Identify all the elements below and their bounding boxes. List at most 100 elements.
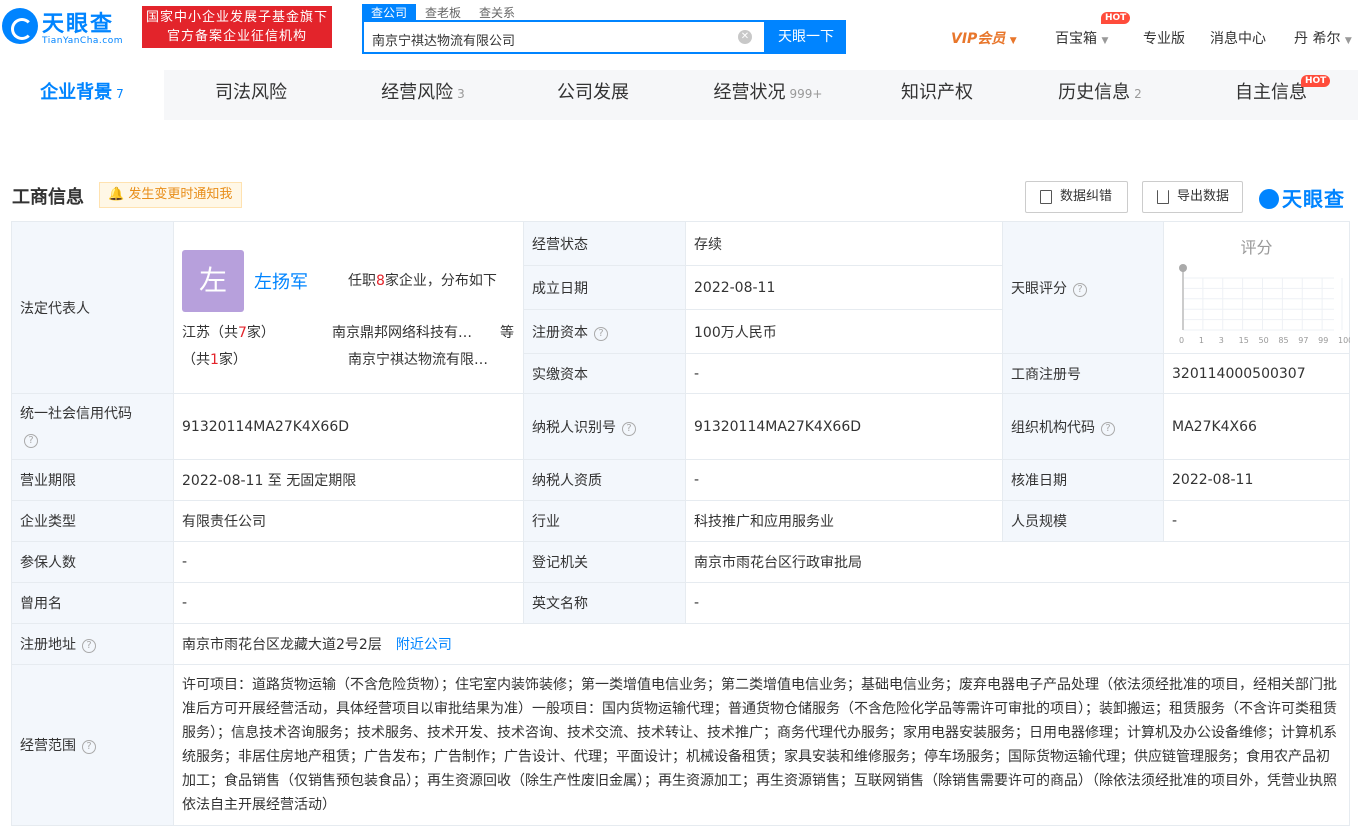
badge-line2: 官方备案企业征信机构: [166, 29, 307, 44]
prov-pre: 江苏（共: [182, 325, 238, 341]
pro-link[interactable]: 专业版: [1143, 28, 1185, 48]
tab-label: 企业背景: [40, 82, 113, 103]
brand-text: 天眼查: [1282, 187, 1345, 211]
score-title: 评分: [1240, 238, 1273, 257]
search-button[interactable]: 天眼一下: [766, 20, 846, 54]
term-label: 营业期限: [11, 459, 174, 501]
scope-label-text: 经营范围: [20, 738, 76, 754]
help-icon[interactable]: ?: [594, 326, 608, 341]
tab-count: 7: [116, 87, 124, 101]
notify-change-button[interactable]: 🔔 发生变更时通知我: [99, 182, 242, 208]
tab-count: 2: [1134, 87, 1142, 101]
taxid-value: 91320114MA27K4X66D: [685, 393, 1003, 460]
tab-count: 3: [457, 87, 465, 101]
vip-label: VIP会员: [951, 31, 1006, 47]
score-tick-label: 1: [1199, 336, 1204, 345]
authority-label: 登记机关: [523, 541, 686, 583]
chevron-down-icon: ▼: [1101, 36, 1109, 46]
org-label-text: 组织机构代码: [1011, 419, 1095, 436]
vip-link[interactable]: VIP会员 ▼: [951, 28, 1017, 48]
tab-background[interactable]: 企业背景 7: [0, 70, 164, 120]
help-icon[interactable]: ?: [1101, 421, 1115, 436]
tab-label: 历史信息: [1058, 82, 1131, 103]
etc-label: 等: [500, 325, 514, 341]
status-value: 存续: [685, 221, 1003, 266]
correct-label: 数据纠错: [1060, 189, 1113, 204]
brand-logo: 天眼查: [1259, 183, 1345, 212]
tab-count: 999+: [789, 87, 823, 101]
type-label: 企业类型: [11, 500, 174, 542]
logo-subtext: TianYanCha.com: [42, 36, 124, 46]
insured-label: 参保人数: [11, 541, 174, 583]
status-label: 经营状态: [523, 221, 686, 266]
tab-self-info[interactable]: 自主信息: [1184, 70, 1358, 120]
section-title: 工商信息: [12, 187, 84, 208]
data-correct-button[interactable]: 数据纠错: [1025, 181, 1128, 213]
capital-label-text: 注册资本: [532, 324, 588, 341]
tab-operation-status[interactable]: 经营状况 999+: [678, 70, 858, 120]
nearby-companies-link[interactable]: 附近公司: [396, 637, 452, 653]
english-value: -: [685, 582, 1350, 624]
export-data-button[interactable]: 导出数据: [1142, 181, 1243, 213]
industry-label: 行业: [523, 500, 686, 542]
top-header: 天眼查 TianYanCha.com 国家中小企业发展子基金旗下 官方备案企业征…: [0, 0, 1358, 70]
download-icon: [1157, 190, 1169, 204]
tab-ip[interactable]: 知识产权: [858, 70, 1016, 120]
capital-label: 注册资本?: [523, 309, 686, 354]
user-menu[interactable]: 丹 希尔 ▼: [1294, 28, 1352, 48]
chevron-down-icon: ▼: [1344, 36, 1352, 46]
insured-value: -: [173, 541, 524, 583]
user-name: 丹 希尔: [1294, 31, 1341, 47]
paid-value: -: [685, 353, 1003, 394]
legal-rep-name[interactable]: 左扬军: [254, 268, 308, 294]
search-input[interactable]: 南京宁祺达物流有限公司 ✕: [362, 20, 766, 54]
score-tick-label: 99: [1318, 336, 1328, 345]
score-label: 天眼评分?: [1002, 221, 1164, 354]
taxq-label: 纳税人资质: [523, 459, 686, 501]
summary-pre: 任职: [348, 273, 376, 289]
logo-text: 天眼查: [42, 12, 115, 37]
authority-value: 南京市雨花台区行政审批局: [685, 541, 1350, 583]
help-icon[interactable]: ?: [82, 639, 96, 653]
province-other[interactable]: （共1家）: [182, 349, 247, 369]
messages-link[interactable]: 消息中心: [1210, 28, 1266, 48]
notify-label: 发生变更时通知我: [128, 187, 233, 202]
search-input-value: 南京宁祺达物流有限公司: [372, 34, 516, 49]
help-icon[interactable]: ?: [622, 421, 636, 436]
address-label: 注册地址?: [11, 623, 174, 665]
address-value: 南京市雨花台区龙藏大道2号2层: [182, 637, 382, 653]
former-value: -: [173, 582, 524, 624]
credit-label: 统一社会信用代码?: [11, 393, 174, 460]
tab-development[interactable]: 公司发展: [508, 70, 678, 120]
tianyancha-logo[interactable]: 天眼查 TianYanCha.com: [0, 6, 135, 50]
founded-value: 2022-08-11: [685, 265, 1003, 310]
tab-judicial[interactable]: 司法风险: [164, 70, 338, 120]
company-link-1[interactable]: 南京鼎邦网络科技有…: [332, 322, 472, 342]
legal-rep-label: 法定代表人: [11, 221, 174, 394]
term-value: 2022-08-11 至 无固定期限: [173, 459, 524, 501]
tab-label: 经营风险: [381, 82, 454, 103]
help-icon[interactable]: ?: [82, 740, 96, 754]
province-jiangsu[interactable]: 江苏（共7家）: [182, 322, 275, 342]
help-icon[interactable]: ?: [24, 433, 38, 448]
company-link-2[interactable]: 南京宁祺达物流有限…: [348, 349, 488, 369]
org-label: 组织机构代码?: [1002, 393, 1164, 460]
tab-operation-risk[interactable]: 经营风险 3: [338, 70, 508, 120]
score-tick-label: 100: [1338, 336, 1350, 345]
summary-post: 家企业，分布如下: [384, 273, 497, 289]
tab-label: 经营状况: [713, 82, 786, 103]
type-value: 有限责任公司: [173, 500, 524, 542]
paid-label: 实缴资本: [523, 353, 686, 394]
tab-history[interactable]: 历史信息 2: [1016, 70, 1184, 120]
prov-num: 1: [210, 352, 219, 368]
score-chart-cell: 评分 0 1 3 15 50 85 97 99 100: [1163, 221, 1350, 354]
help-icon[interactable]: ?: [1073, 282, 1087, 297]
prov-num: 7: [238, 325, 247, 341]
capital-value: 100万人民币: [685, 309, 1003, 354]
avatar[interactable]: 左: [182, 250, 244, 312]
staff-label: 人员规模: [1002, 500, 1164, 542]
taxid-label-text: 纳税人识别号: [532, 419, 616, 436]
clear-icon[interactable]: ✕: [738, 30, 752, 44]
baibao-menu[interactable]: 百宝箱 ▼: [1055, 28, 1108, 48]
baibao-label: 百宝箱: [1055, 31, 1097, 47]
